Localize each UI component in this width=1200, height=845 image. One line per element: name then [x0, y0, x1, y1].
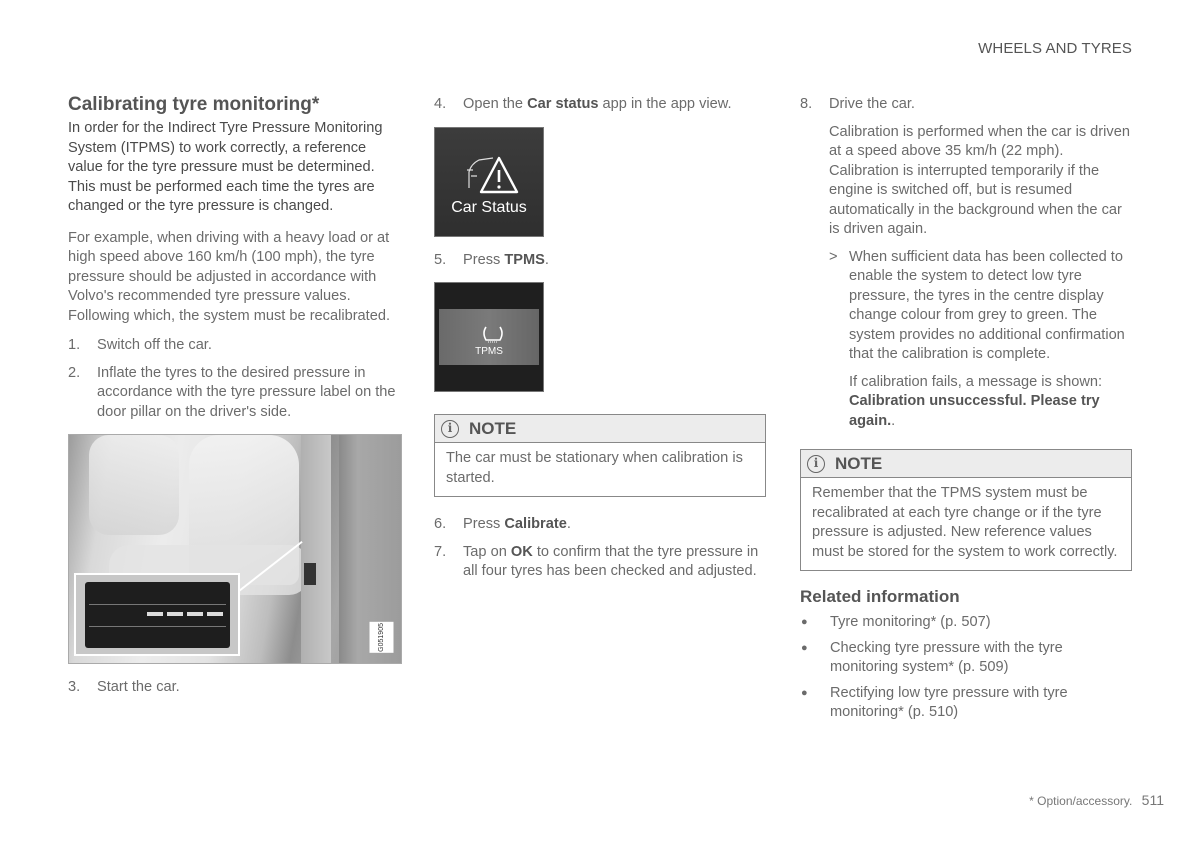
- car-warning-icon: [467, 156, 519, 193]
- step-text-post: .: [566, 516, 571, 532]
- section-title: Calibrating tyre monitoring*: [68, 94, 320, 115]
- related-link[interactable]: ● Rectifying low tyre pressure with tyre…: [800, 684, 1132, 723]
- result-arrow-icon: >: [829, 248, 838, 265]
- step-text: Switch off the car.: [97, 337, 212, 353]
- tpms-label: TPMS: [475, 345, 503, 357]
- step-number: 1.: [68, 337, 81, 353]
- car-status-label: Car Status: [451, 199, 527, 216]
- page-footer: * Option/accessory. 511: [1029, 792, 1164, 808]
- step-text-post: app in the app view.: [598, 96, 732, 112]
- column-2: 4. Open the Car status app in the app vi…: [434, 95, 766, 590]
- info-icon: i: [807, 454, 825, 473]
- bullet-icon: ●: [801, 641, 808, 654]
- step-number: 8.: [800, 96, 813, 112]
- step-text: Press Calibrate.: [463, 515, 766, 535]
- step-3: 3. Start the car.: [68, 678, 403, 698]
- bullet-icon: ●: [801, 686, 808, 699]
- related-information-title: Related information: [800, 587, 960, 606]
- result-text: When sufficient data has been collected …: [849, 248, 1125, 363]
- step-4: 4. Open the Car status app in the app vi…: [434, 95, 766, 115]
- step-5: 5. Press TPMS.: [434, 251, 766, 271]
- step-text-pre: Open the: [463, 96, 528, 112]
- label-divider: [89, 626, 226, 627]
- related-link[interactable]: ● Checking tyre pressure with the tyre m…: [800, 639, 1132, 678]
- page-number: 511: [1141, 792, 1164, 808]
- example-paragraph: For example, when driving with a heavy l…: [68, 229, 391, 324]
- step-number: 4.: [434, 96, 447, 112]
- step-text-post: .: [544, 251, 549, 268]
- column-3: 8. Drive the car. Calibration is perform…: [800, 95, 1132, 723]
- step-result: > When sufficient data has been collecte…: [829, 248, 1132, 365]
- label-cell: [187, 612, 203, 616]
- failure-message: If calibration fails, a message is shown…: [800, 373, 1132, 432]
- step-2: 2. Inflate the tyres to the desired pres…: [68, 364, 403, 423]
- step-text-pre: Tap on: [463, 543, 511, 560]
- label-cell: [147, 612, 163, 616]
- failure-keyword: Calibration unsuccessful. Please try aga…: [849, 393, 1100, 429]
- rear-seat-shape: [89, 435, 179, 535]
- column-1: Calibrating tyre monitoring* In order fo…: [68, 93, 403, 706]
- tpms-button[interactable]: TPMS: [439, 309, 539, 365]
- intro-paragraph: In order for the Indirect Tyre Pressure …: [68, 120, 383, 214]
- door-pillar-label-image: G051905: [68, 434, 402, 664]
- door-pillar-shape: [301, 435, 331, 663]
- bullet-icon: ●: [801, 616, 808, 628]
- note-header: i NOTE: [435, 415, 765, 443]
- step-text-pre: Press: [463, 251, 505, 268]
- failure-post: .: [891, 412, 896, 429]
- step-keyword: TPMS: [504, 251, 545, 268]
- step-7: 7. Tap on OK to confirm that the tyre pr…: [434, 543, 766, 582]
- note-body: Remember that the TPMS system must be re…: [812, 485, 1118, 560]
- step-8: 8. Drive the car.: [800, 95, 1132, 115]
- step-keyword: Car status: [527, 96, 599, 112]
- step-keyword: Calibrate: [504, 516, 567, 532]
- info-icon: i: [441, 419, 459, 438]
- footnote: * Option/accessory.: [1029, 794, 1133, 808]
- pillar-sticker: [304, 563, 316, 585]
- step-keyword: OK: [510, 543, 533, 560]
- tyre-label-callout: [74, 573, 240, 656]
- tpms-button-tile[interactable]: TPMS: [434, 282, 544, 392]
- note-title: NOTE: [835, 453, 883, 473]
- step-number: 2.: [68, 364, 81, 381]
- note-box: i NOTE The car must be stationary when c…: [434, 414, 766, 497]
- step-number: 7.: [434, 543, 447, 560]
- failure-text: If calibration fails, a message is shown…: [849, 373, 1103, 390]
- step-text: Tap on OK to confirm that the tyre press…: [463, 543, 766, 582]
- step-number: 6.: [434, 516, 447, 532]
- related-link-text[interactable]: Checking tyre pressure with the tyre mon…: [830, 639, 1132, 678]
- step-text: Start the car.: [97, 679, 180, 695]
- note-title: NOTE: [469, 418, 517, 438]
- step-8-detail: Calibration is performed when the car is…: [829, 123, 1130, 238]
- step-text: Inflate the tyres to the desired pressur…: [97, 364, 396, 420]
- step-text: Open the Car status app in the app view.: [463, 95, 766, 115]
- label-divider: [89, 604, 226, 605]
- step-number: 5.: [434, 251, 447, 268]
- tyre-pressure-label: [85, 582, 230, 648]
- step-number: 3.: [68, 679, 81, 695]
- note-body: The car must be stationary when calibrat…: [446, 450, 743, 486]
- step-1: 1. Switch off the car.: [68, 336, 403, 356]
- image-code: G051905: [369, 622, 393, 653]
- step-text: Press TPMS.: [463, 251, 766, 271]
- chapter-title: WHEELS AND TYRES: [978, 40, 1132, 57]
- tyre-icon: [483, 326, 503, 343]
- note-header: i NOTE: [801, 450, 1131, 478]
- step-6: 6. Press Calibrate.: [434, 515, 766, 535]
- step-text: Drive the car.: [829, 96, 915, 112]
- related-link-text[interactable]: Tyre monitoring* (p. 507): [830, 613, 991, 633]
- step-text-pre: Press: [463, 516, 505, 532]
- label-cell: [167, 612, 183, 616]
- related-link[interactable]: ● Tyre monitoring* (p. 507): [800, 613, 1132, 633]
- note-box: i NOTE Remember that the TPMS system mus…: [800, 449, 1132, 571]
- car-status-app-tile[interactable]: Car Status: [434, 126, 544, 237]
- related-link-text[interactable]: Rectifying low tyre pressure with tyre m…: [830, 684, 1132, 723]
- label-cell: [207, 612, 223, 616]
